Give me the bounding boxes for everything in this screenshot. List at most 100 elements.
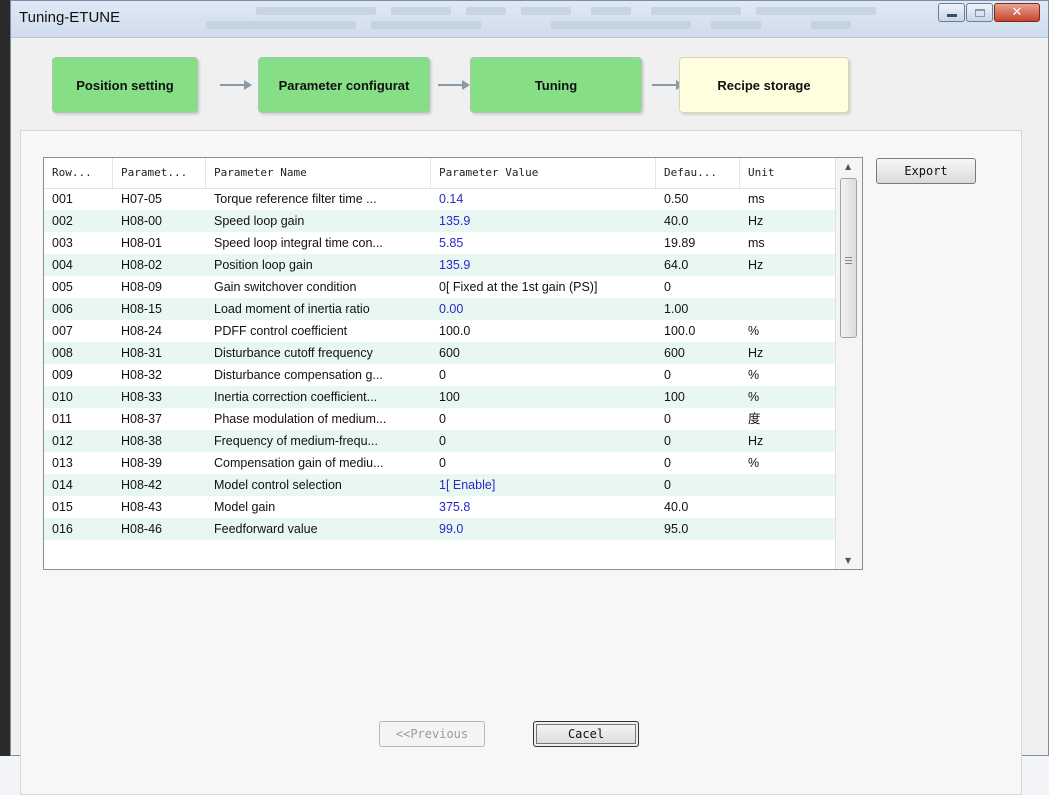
cell-row-number: 014 [44,474,113,496]
cell-unit [740,474,836,496]
cell-parameter-code: H08-31 [113,342,206,364]
minimize-icon [946,14,957,17]
step-recipe-storage: Recipe storage [679,57,849,113]
step-position-setting: Position setting [52,57,198,113]
cell-parameter-code: H08-42 [113,474,206,496]
cell-parameter-code: H08-37 [121,412,162,426]
cell-parameter-name: Load moment of inertia ratio [206,298,431,320]
minimize-button[interactable] [938,3,965,22]
table-row[interactable]: 005 H08-09 Gain switchover condition 0[ Fix… [44,276,836,298]
table-row[interactable]: 012 H08-38 Frequency of medium-frequ... 0 0 H… [44,430,836,452]
table-body: 001 H07-05 Torque reference filter time ..… [44,188,836,540]
cell-parameter-value[interactable]: 0.00 [431,298,656,320]
cell-parameter-name: Position loop gain [206,254,431,276]
table-row[interactable]: 009 H08-32 Disturbance compensation g... 0 0… [44,364,836,386]
cell-parameter-name: Frequency of medium-frequ... [206,430,431,452]
cell-parameter-value[interactable]: 100 [431,386,656,408]
cell-parameter-name: PDFF control coefficient [214,324,348,338]
cell-unit: Hz [740,210,836,232]
cell-parameter-value[interactable]: 600 [431,342,656,364]
cell-row-number: 008 [44,342,113,364]
cell-row-number: 006 [44,298,113,320]
cell-row-number: 004 [44,254,113,276]
cell-default-value: 100.0 [664,324,696,338]
cell-parameter-name: Gain switchover condition [214,280,357,294]
table-row[interactable]: 016 H08-46 Feedforward value 99.0 95.0 [44,518,836,540]
cell-parameter-code: H07-05 [121,192,162,206]
cell-parameter-code: H08-09 [121,280,162,294]
background-edge [0,0,10,756]
cell-parameter-value[interactable]: 0[ Fixed at the 1st gain (PS)] [431,276,656,298]
cell-row-number: 016 [44,518,113,540]
cell-default-value: 19.89 [664,236,696,250]
column-header-default[interactable]: Defau... [656,158,740,188]
vertical-scrollbar[interactable]: ▲ ▼ [835,158,862,569]
column-header-row[interactable]: Row... [44,158,113,188]
cell-parameter-value[interactable]: 100.0 [431,320,656,342]
cell-unit: Hz [740,430,836,452]
cell-parameter-name: Inertia correction coefficient... [206,386,431,408]
cell-unit: Hz [740,254,836,276]
cell-parameter-value[interactable]: 0 [431,408,656,430]
cell-parameter-name: Model gain [214,500,276,514]
table-row[interactable]: 014 H08-42 Model control selection 1[ Enabl… [44,474,836,496]
cell-parameter-value[interactable]: 5.85 [431,232,656,254]
cell-parameter-name: Phase modulation of medium... [214,412,387,426]
cell-parameter-value[interactable]: 0 [431,452,656,474]
cell-unit: Hz [740,342,836,364]
cell-parameter-value[interactable]: 99.0 [431,518,656,540]
cell-default-value: 0 [664,412,671,426]
cell-default-value: 0 [664,456,671,470]
cell-default-value: 40.0 [664,500,689,514]
cell-default-value: 1.00 [656,298,740,320]
scroll-up-icon[interactable]: ▲ [845,162,851,171]
cell-parameter-code: H08-01 [121,236,162,250]
column-header-unit[interactable]: Unit [740,158,836,188]
cell-parameter-value[interactable]: 375.8 [431,496,656,518]
cell-parameter-value[interactable]: 135.9 [431,254,656,276]
cell-parameter-code: H08-02 [113,254,206,276]
cell-unit [740,518,836,540]
cell-default-value: 0 [656,430,740,452]
table-row[interactable]: 010 H08-33 Inertia correction coefficient.… [44,386,836,408]
table-row[interactable]: 011 H08-37 Phase modulation of medium... 0 0… [44,408,836,430]
step-arrow-3 [652,80,684,90]
export-button[interactable]: Export [876,158,976,184]
column-header-parameter-value[interactable]: Parameter Value [431,158,656,188]
column-header-parameter[interactable]: Paramet... [113,158,206,188]
maximize-button[interactable] [966,3,993,22]
cell-default-value: 40.0 [656,210,740,232]
cell-row-number: 007 [52,324,73,338]
close-icon: ✕ [1011,5,1023,20]
step-arrow-2 [438,80,470,90]
table-row[interactable]: 008 H08-31 Disturbance cutoff frequency 600… [44,342,836,364]
table-row[interactable]: 013 H08-39 Compensation gain of mediu... 0 0… [44,452,836,474]
cell-parameter-value[interactable]: 1[ Enable] [431,474,656,496]
column-header-parameter-name[interactable]: Parameter Name [206,158,431,188]
table-header: Row... Paramet... Parameter Name Paramet… [44,158,836,189]
cell-parameter-value[interactable]: 135.9 [431,210,656,232]
table-row[interactable]: 001 H07-05 Torque reference filter time ..… [44,188,836,210]
grip-icon [845,257,852,258]
cell-parameter-value[interactable]: 0.14 [431,188,656,210]
cell-row-number: 015 [52,500,73,514]
close-button[interactable]: ✕ [994,3,1040,22]
maximize-icon [974,8,985,17]
table-row[interactable]: 003 H08-01 Speed loop integral time con...… [44,232,836,254]
table-row[interactable]: 007 H08-24 PDFF control coefficient 100.0 10… [44,320,836,342]
previous-button[interactable]: <<Previous [379,721,485,747]
table-row[interactable]: 006 H08-15 Load moment of inertia ratio 0.0… [44,298,836,320]
cell-parameter-value[interactable]: 0 [431,364,656,386]
cell-row-number: 003 [52,236,73,250]
cell-unit [740,276,836,298]
table-row[interactable]: 002 H08-00 Speed loop gain 135.9 40.0 Hz [44,210,836,232]
table-row[interactable]: 004 H08-02 Position loop gain 135.9 64.0 Hz [44,254,836,276]
table-row[interactable]: 015 H08-43 Model gain 375.8 40.0 [44,496,836,518]
window-title: Tuning-ETUNE [19,9,121,26]
cell-unit: % [740,386,836,408]
cell-parameter-code: H08-39 [121,456,162,470]
cancel-button[interactable]: Cacel [533,721,639,747]
scroll-down-icon[interactable]: ▼ [845,556,851,565]
scroll-thumb[interactable] [840,178,857,338]
cell-parameter-value[interactable]: 0 [431,430,656,452]
